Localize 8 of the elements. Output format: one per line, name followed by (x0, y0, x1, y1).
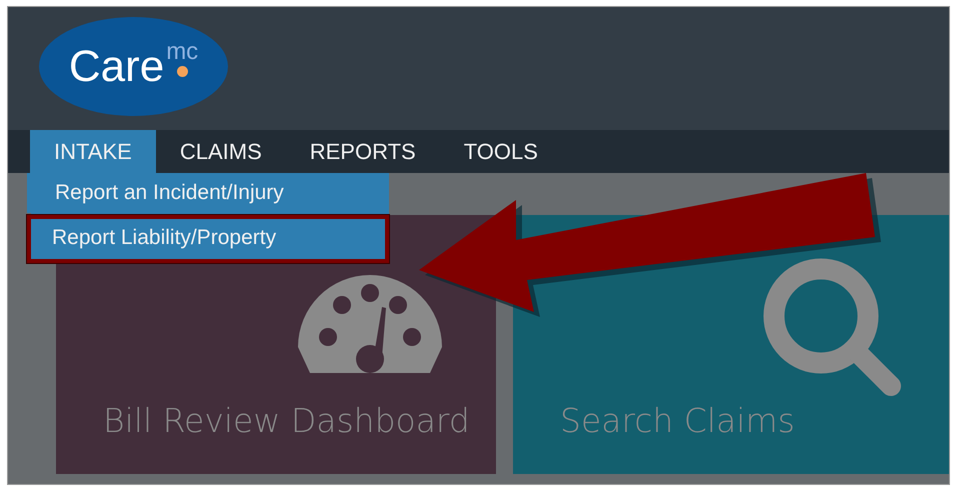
tile-label: Search Claims (560, 401, 796, 440)
tile-label: Bill Review Dashboard (103, 401, 471, 440)
nav-tab[interactable]: INTAKE (30, 130, 156, 173)
nav-tab[interactable]: TOOLS (440, 130, 562, 173)
nav-tab[interactable]: CLAIMS (156, 130, 286, 173)
search-icon (763, 258, 903, 398)
menu-item[interactable]: Report Liability/Property (27, 215, 389, 263)
nav-tab[interactable]: REPORTS (286, 130, 440, 173)
